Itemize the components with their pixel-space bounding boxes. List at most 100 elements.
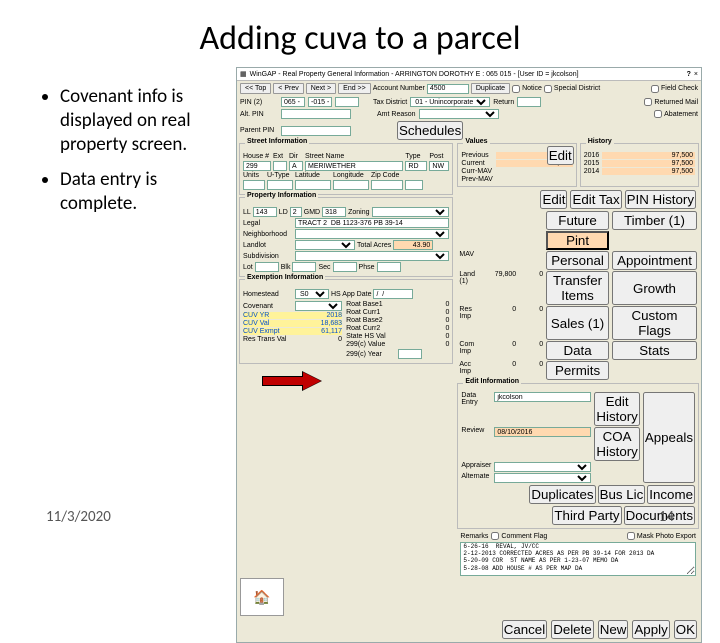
account-number-input[interactable] [427,84,469,94]
income-button[interactable]: Income [647,485,695,504]
utype-input[interactable] [267,180,293,190]
prev-label: Previous [461,152,492,159]
pin2c-input[interactable] [335,97,359,107]
remarks-textarea[interactable]: 6-26-16 REVAL, JV/CC 2-12-2013 CORRECTED… [460,542,696,576]
acres-label: Total Acres [357,242,391,249]
appointment-button[interactable]: Appointment [612,251,697,270]
future-button[interactable]: Future [546,211,609,230]
sec-input[interactable] [333,262,357,272]
taxdist-select[interactable]: 01 - Unincorporated [410,97,490,107]
abatement-checkbox[interactable]: Abatement [654,110,698,118]
zoning-select[interactable] [372,207,450,217]
edittax-button[interactable]: Edit Tax [570,190,621,209]
blk-input[interactable] [292,262,316,272]
lat-hdr: Latitude [295,172,331,179]
altpin-input[interactable] [281,109,351,119]
returned-mail-checkbox[interactable]: Returned Mail [644,98,698,106]
curmav-label: Curr-MAV [461,168,492,175]
units-input[interactable] [243,180,265,190]
ok-button[interactable]: OK [674,620,697,639]
values-group: Values Previous79,800 Current79,800 Curr… [457,143,576,187]
nav-end-button[interactable]: End >> [338,83,371,94]
hsapp-label: HS App Date [331,291,371,298]
growth-button[interactable]: Growth [612,271,697,305]
ld-input[interactable] [290,207,302,217]
delete-button[interactable]: Delete [551,620,594,639]
units-hdr: Units [243,172,265,179]
timber-button[interactable]: Timber (1) [612,211,697,230]
pin2a-input[interactable] [281,97,305,107]
edit-group-title: Edit Information [463,378,521,385]
alternate-select[interactable] [494,473,591,483]
new-button[interactable]: New [598,620,629,639]
y299y-input[interactable] [398,349,422,359]
parentpin-input[interactable] [281,126,351,136]
lon-input[interactable] [333,180,369,190]
duplicate-button[interactable]: Duplicate [471,83,510,94]
lot-input[interactable] [255,262,279,272]
hsapp-input[interactable] [373,289,413,299]
mask-photo-checkbox[interactable]: Mask Photo Export [627,532,696,540]
edithist-button[interactable]: Edit History [594,392,639,426]
ll-input[interactable] [253,207,277,217]
data-button[interactable]: Data [546,341,609,360]
buslic-button[interactable]: Bus Lic [598,485,646,504]
covenant-select[interactable] [295,301,342,311]
zip-input[interactable] [371,180,403,190]
nav-next-button[interactable]: Next > [306,83,336,94]
legal-input[interactable] [295,218,449,228]
phse-input[interactable] [377,262,401,272]
custom-button[interactable]: Custom Flags [612,306,697,340]
schedules-button[interactable]: Schedules [397,121,463,140]
sales-button[interactable]: Sales (1) [546,306,609,340]
pin2b-input[interactable] [308,97,332,107]
zip2-input[interactable] [405,180,423,190]
house-input[interactable] [243,161,271,171]
values-edit-button[interactable]: Edit [547,146,574,165]
type-input[interactable] [405,161,427,171]
acres-input[interactable] [393,240,433,250]
lat-input[interactable] [295,180,331,190]
duplicates-button[interactable]: Duplicates [529,485,595,504]
pint-button[interactable]: Pint [546,231,609,250]
cancel-button[interactable]: Cancel [502,620,548,639]
appeals-button[interactable]: Appeals [643,392,695,483]
gmd-input[interactable] [322,207,346,217]
transfer-button[interactable]: Transfer Items [546,271,609,305]
appraiser-select[interactable] [494,462,591,472]
pinhist-button[interactable]: PIN History [625,190,696,209]
permits-button[interactable]: Permits [546,361,609,380]
comment-flag-checkbox[interactable]: Comment Flag [491,532,547,540]
personal-button[interactable]: Personal [546,251,609,270]
stats-button[interactable]: Stats [612,341,697,360]
post-input[interactable] [429,161,449,171]
dir-input[interactable] [289,161,303,171]
landlot-select[interactable] [295,240,355,250]
nav-top-button[interactable]: << Top [240,83,271,94]
land-z: 0 [519,271,543,305]
hist-edit-button[interactable]: Edit [540,190,567,209]
nav-prev-button[interactable]: < Prev [273,83,303,94]
subdiv-select[interactable] [295,251,449,261]
dataentry-input[interactable] [494,392,591,402]
help-icon[interactable]: ? [687,71,691,78]
amtreason-select[interactable] [419,109,499,119]
coa-button[interactable]: COA History [594,427,639,461]
notice-checkbox[interactable]: Notice [512,85,542,93]
cuvyr-value: 2018 [295,312,342,319]
review-input[interactable] [494,427,591,437]
history-group-title: History [586,138,614,145]
h1v: 97,500 [602,152,695,159]
pin2-label: PIN (2) [240,99,278,106]
stname-input[interactable] [305,161,403,171]
field-check-checkbox[interactable]: Field Check [651,85,698,93]
close-icon[interactable]: × [694,71,698,78]
ld-label: LD [279,209,288,216]
special-district-checkbox[interactable]: Special District [544,85,600,93]
ext-input[interactable] [273,161,287,171]
photo-placeholder[interactable]: 🏠 [240,578,284,616]
return-input[interactable] [517,97,541,107]
nbhd-select[interactable] [295,229,449,239]
apply-button[interactable]: Apply [632,620,669,639]
homestead-select[interactable]: S0 [295,289,329,299]
